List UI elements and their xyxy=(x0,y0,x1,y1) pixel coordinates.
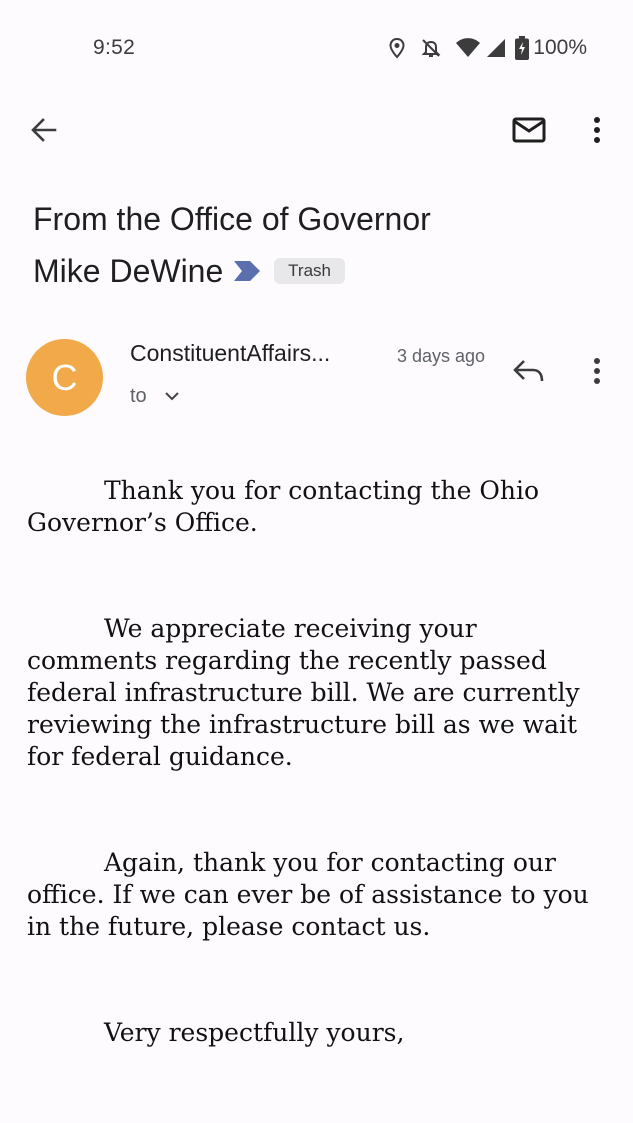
subject-line-2: Mike DeWine xyxy=(33,253,224,289)
location-icon xyxy=(387,37,407,59)
status-time: 9:52 xyxy=(93,36,136,59)
battery-charging-icon xyxy=(515,36,530,60)
status-icons: 100% xyxy=(387,34,587,62)
sent-date: 3 days ago xyxy=(397,346,486,366)
battery-percentage: 100% xyxy=(533,36,587,59)
email-body: Thank you for contacting the Ohio Govern… xyxy=(27,475,617,1123)
avatar-letter: C xyxy=(51,356,78,398)
mark-unread-button[interactable] xyxy=(505,106,553,154)
recipients-label: to xyxy=(130,384,147,407)
body-closing: Very respectfully yours, xyxy=(27,1017,617,1049)
signal-icon xyxy=(485,37,507,59)
body-p3-rest: office. If we can ever be of assistance … xyxy=(27,880,589,941)
body-paragraph-2: We appreciate receiving your comments re… xyxy=(27,613,617,773)
recipients-toggle[interactable]: to xyxy=(130,382,179,410)
top-app-bar xyxy=(0,96,633,168)
important-marker-icon[interactable] xyxy=(233,245,261,297)
folder-chip-trash[interactable]: Trash xyxy=(274,257,345,284)
subject-line-1: From the Office of Governor xyxy=(33,201,431,237)
body-paragraph-3: Again, thank you for contacting our offi… xyxy=(27,847,617,943)
body-p3-lead: Again, thank you for contacting our xyxy=(104,848,556,877)
bell-off-icon xyxy=(419,36,443,60)
more-vert-icon xyxy=(594,117,600,143)
back-button[interactable] xyxy=(20,106,68,154)
chevron-down-icon xyxy=(164,391,179,401)
body-paragraph-1: Thank you for contacting the Ohio Govern… xyxy=(27,475,617,539)
email-subject: From the Office of Governor Mike DeWine … xyxy=(33,193,593,297)
body-closing-text: Very respectfully yours, xyxy=(104,1018,405,1047)
more-vert-icon xyxy=(594,358,600,384)
arrow-back-icon xyxy=(31,118,57,142)
status-bar: 9:52 100% xyxy=(0,0,633,96)
wifi-icon xyxy=(455,37,481,59)
body-p1-lead: Thank you for contacting the Ohio xyxy=(104,476,540,505)
sender-name[interactable]: ConstituentAffairs... xyxy=(130,340,330,367)
reply-button[interactable] xyxy=(505,347,553,395)
sender-avatar[interactable]: C xyxy=(26,339,103,416)
body-p1-rest: Governor’s Office. xyxy=(27,508,258,537)
subject-line-2-row: Mike DeWine Trash xyxy=(33,245,593,297)
message-more-options-button[interactable] xyxy=(573,347,621,395)
reply-icon xyxy=(513,360,544,382)
more-options-button[interactable] xyxy=(573,106,621,154)
body-p2-rest: comments regarding the recently passed f… xyxy=(27,646,580,771)
body-p2-lead: We appreciate receiving your xyxy=(104,614,477,643)
mail-icon xyxy=(512,117,546,143)
